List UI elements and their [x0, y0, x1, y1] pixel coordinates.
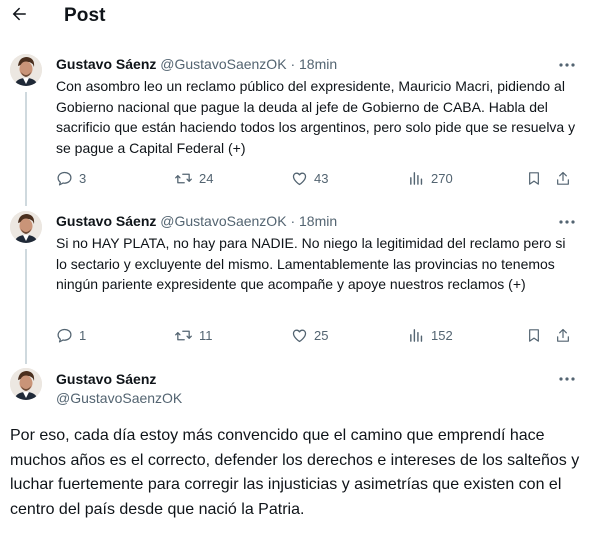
header-bar: Post: [0, 0, 595, 34]
page-title: Post: [64, 5, 106, 26]
post-time[interactable]: 18min: [299, 56, 337, 72]
author-handle[interactable]: @GustavoSaenzOK: [160, 213, 286, 229]
author-name[interactable]: Gustavo Sáenz: [56, 370, 182, 388]
thread-tweet-2[interactable]: Gustavo Sáenz @GustavoSaenzOK · 18min Si…: [0, 207, 595, 364]
action-bar: 1 11 25 152: [56, 327, 586, 345]
author-handle[interactable]: @GustavoSaenzOK: [56, 388, 182, 408]
reply-icon: [57, 328, 72, 343]
like-button[interactable]: 43: [291, 170, 328, 187]
post-time[interactable]: 18min: [299, 213, 337, 229]
bookmark-icon: [529, 172, 539, 185]
repost-icon: [175, 173, 192, 184]
reply-button[interactable]: 3: [56, 170, 86, 187]
more-button[interactable]: [557, 215, 577, 229]
thread-line: [25, 92, 27, 206]
views-icon: [410, 172, 423, 185]
avatar[interactable]: [10, 211, 42, 243]
tweet-text: Si no HAY PLATA, no hay para NADIE. No n…: [56, 235, 566, 292]
repost-icon: [175, 330, 192, 341]
action-bar: 3 24 43 270: [56, 170, 586, 188]
reply-count: 1: [79, 328, 87, 343]
avatar[interactable]: [10, 54, 42, 86]
more-icon: [559, 63, 575, 67]
views-button[interactable]: 270: [408, 170, 453, 187]
more-button[interactable]: [557, 58, 577, 72]
share-button[interactable]: [555, 170, 571, 187]
author-name[interactable]: Gustavo Sáenz: [56, 213, 156, 229]
reply-count: 3: [79, 171, 87, 186]
repost-button[interactable]: 11: [174, 327, 213, 344]
views-count: 152: [431, 328, 453, 343]
separator-dot: ·: [290, 213, 296, 229]
arrow-left-icon: [12, 7, 26, 21]
views-button[interactable]: 152: [408, 327, 453, 344]
thread-tweet-1[interactable]: Gustavo Sáenz @GustavoSaenzOK · 18min Co…: [0, 50, 595, 206]
like-icon: [292, 172, 307, 186]
author-name[interactable]: Gustavo Sáenz: [56, 56, 156, 72]
share-icon: [557, 328, 569, 342]
reply-icon: [57, 171, 72, 186]
more-button[interactable]: [557, 372, 577, 386]
thread-line: [25, 249, 27, 364]
share-icon: [557, 171, 569, 185]
repost-button[interactable]: 24: [174, 170, 213, 187]
bookmark-button[interactable]: [526, 327, 542, 344]
like-count: 43: [314, 171, 329, 186]
focused-tweet: Gustavo Sáenz @GustavoSaenzOK Por eso, c…: [0, 364, 595, 536]
like-count: 25: [314, 328, 329, 343]
repost-count: 24: [199, 171, 214, 186]
repost-count: 11: [199, 328, 213, 343]
views-count: 270: [431, 171, 453, 186]
back-button[interactable]: [8, 3, 30, 25]
reply-button[interactable]: 1: [56, 327, 86, 344]
views-icon: [410, 329, 423, 342]
more-icon: [559, 377, 575, 381]
share-button[interactable]: [555, 327, 571, 344]
like-button[interactable]: 25: [291, 327, 328, 344]
tweet-text: Por eso, cada día estoy más convencido q…: [10, 427, 580, 518]
bookmark-icon: [529, 329, 539, 342]
more-icon: [559, 220, 575, 224]
tweet-text: Con asombro leo un reclamo público del e…: [56, 78, 576, 156]
author-handle[interactable]: @GustavoSaenzOK: [160, 56, 286, 72]
bookmark-button[interactable]: [526, 170, 542, 187]
separator-dot: ·: [290, 56, 296, 72]
avatar[interactable]: [10, 368, 42, 400]
like-icon: [292, 329, 307, 343]
